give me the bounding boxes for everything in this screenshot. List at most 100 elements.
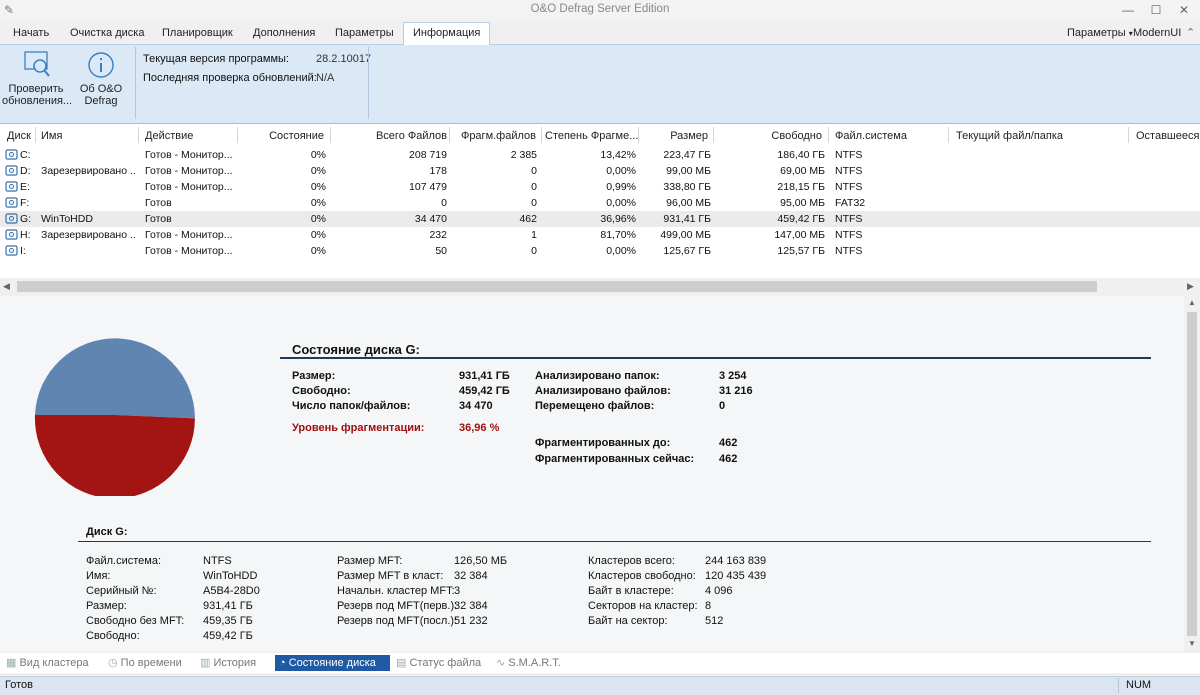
filesystem-cell: NTFS xyxy=(835,213,863,225)
size-value: 931,41 ГБ xyxy=(459,370,510,382)
fragmented-now-value: 462 xyxy=(719,453,738,465)
frag-level-label: Уровень фрагментации: xyxy=(292,422,425,434)
detail-label: Свободно: xyxy=(86,630,140,642)
tab-cluster-view[interactable]: ▦ Вид кластера xyxy=(6,655,89,671)
detail-label: Серийный №: xyxy=(86,585,157,597)
col-free[interactable]: Свободно xyxy=(718,130,822,142)
drive-cell: I: xyxy=(20,245,26,257)
main-tab-bar: Начать Очистка диска Планировщик Дополне… xyxy=(0,20,1200,45)
table-row[interactable]: D: Зарезервировано ... Готов - Монитор... 0… xyxy=(0,163,1200,179)
tab-smart-label: S.M.A.R.T. xyxy=(508,657,561,669)
col-size[interactable]: Размер xyxy=(640,130,708,142)
scroll-left-icon[interactable]: ◀ xyxy=(3,281,10,292)
detail-value: 931,41 ГБ xyxy=(203,600,253,612)
action-cell: Готов xyxy=(145,197,172,209)
free-cell: 125,57 ГБ xyxy=(777,245,825,257)
check-updates-button[interactable]: Проверить обновления... xyxy=(2,47,72,107)
scroll-thumb[interactable] xyxy=(17,281,1097,292)
col-name[interactable]: Имя xyxy=(41,130,62,142)
status-bar: Готов NUM xyxy=(0,676,1200,695)
col-divider xyxy=(330,127,331,143)
tab-start[interactable]: Начать xyxy=(13,24,49,42)
size-cell: 338,80 ГБ xyxy=(663,181,711,193)
free-cell: 218,15 ГБ xyxy=(777,181,825,193)
detail-label: Кластеров свободно: xyxy=(588,570,696,582)
minimize-icon[interactable]: — xyxy=(1114,0,1142,20)
status-text: Готов xyxy=(5,679,33,691)
tab-file-status[interactable]: ▤ Статус файла xyxy=(396,655,481,671)
horizontal-scrollbar[interactable]: ◀ ▶ xyxy=(0,278,1200,295)
col-remaining[interactable]: Оставшееся в xyxy=(1136,130,1200,142)
ribbon: Проверить обновления... Об O&O Defrag Те… xyxy=(0,45,1200,124)
vertical-scrollbar[interactable]: ▲ ▼ xyxy=(1184,296,1200,652)
state-cell: 0% xyxy=(310,165,326,177)
tab-addons[interactable]: Дополнения xyxy=(253,24,315,42)
table-row[interactable]: G: WinToHDD Готов 0% 34 470 462 36,96% 931,41 Г… xyxy=(0,211,1200,227)
col-frag-degree[interactable]: Степень Фрагме... xyxy=(545,130,638,142)
frag-files-cell: 462 xyxy=(519,213,537,225)
detail-value: NTFS xyxy=(203,555,232,567)
close-icon[interactable]: ✕ xyxy=(1170,0,1198,20)
table-row[interactable]: F: Готов 0% 0 0 0,00% 96,00 МБ 95,00 МБ FAT32 xyxy=(0,195,1200,211)
bars-icon: ▥ xyxy=(200,657,211,669)
size-cell: 931,41 ГБ xyxy=(663,213,711,225)
tab-smart[interactable]: ∿ S.M.A.R.T. xyxy=(496,655,561,671)
tab-disk-state[interactable]: ◔ Состояние диска xyxy=(275,655,390,671)
frag-files-cell: 1 xyxy=(531,229,537,241)
vscroll-thumb[interactable] xyxy=(1187,312,1197,636)
disk-icon xyxy=(5,244,18,257)
scroll-down-icon[interactable]: ▼ xyxy=(1188,639,1196,648)
tab-disk-cleanup[interactable]: Очистка диска xyxy=(70,24,144,42)
total-files-cell: 208 719 xyxy=(409,149,447,161)
settings-menu[interactable]: Параметры ▾ xyxy=(1067,24,1133,42)
tab-history[interactable]: ▥ История xyxy=(200,655,256,671)
disk-icon xyxy=(5,180,18,193)
help-chevron-icon[interactable]: ⌃ xyxy=(1186,24,1195,42)
size-cell: 499,00 МБ xyxy=(660,229,711,241)
frag-degree-cell: 0,00% xyxy=(606,245,636,257)
col-frag-files[interactable]: Фрагм.файлов xyxy=(452,130,536,142)
version-label: Текущая версия программы: xyxy=(143,53,289,65)
table-row[interactable]: I: Готов - Монитор... 0% 50 0 0,00% 125,67 ГБ 1… xyxy=(0,243,1200,259)
detail-value: 32 384 xyxy=(454,600,488,612)
tab-scheduler[interactable]: Планировщик xyxy=(162,24,233,42)
tab-information[interactable]: Информация xyxy=(403,22,491,45)
table-row[interactable]: H: Зарезервировано ... Готов - Монитор... 0… xyxy=(0,227,1200,243)
moved-files-label: Перемещено файлов: xyxy=(535,400,655,412)
detail-value: 51 232 xyxy=(454,615,488,627)
maximize-icon[interactable]: ☐ xyxy=(1142,0,1170,20)
detail-label: Байт на сектор: xyxy=(588,615,668,627)
fragmented-before-label: Фрагментированных до: xyxy=(535,437,671,449)
detail-label: Начальн. кластер MFT: xyxy=(337,585,455,597)
drive-cell: E: xyxy=(20,181,30,193)
scroll-right-icon[interactable]: ▶ xyxy=(1187,281,1194,292)
filesystem-cell: NTFS xyxy=(835,165,863,177)
drive-cell: D: xyxy=(20,165,31,177)
tab-settings[interactable]: Параметры xyxy=(335,24,394,42)
table-row[interactable]: E: Готов - Монитор... 0% 107 479 0 0,99% 338,8… xyxy=(0,179,1200,195)
free-cell: 459,42 ГБ xyxy=(777,213,825,225)
scroll-up-icon[interactable]: ▲ xyxy=(1188,298,1196,307)
state-cell: 0% xyxy=(310,229,326,241)
size-cell: 125,67 ГБ xyxy=(663,245,711,257)
col-state[interactable]: Состояние xyxy=(240,130,324,142)
col-current-file[interactable]: Текущий файл/папка xyxy=(956,130,1063,142)
theme-menu[interactable]: ModernUI xyxy=(1133,24,1181,42)
state-cell: 0% xyxy=(310,197,326,209)
bottom-tab-bar: ▦ Вид кластера ◷ По времени ▥ История ◔ … xyxy=(0,653,1200,673)
col-drive[interactable]: Диск xyxy=(7,130,31,142)
size-cell: 99,00 МБ xyxy=(666,165,711,177)
detail-value: 32 384 xyxy=(454,570,488,582)
col-total-files[interactable]: Всего Файлов xyxy=(335,130,447,142)
detail-label: Файл.система: xyxy=(86,555,162,567)
frag-files-cell: 2 385 xyxy=(510,149,537,161)
col-filesystem[interactable]: Файл.система xyxy=(835,130,907,142)
detail-value: 8 xyxy=(705,600,712,612)
table-row[interactable]: C: Готов - Монитор... 0% 208 719 2 385 13,42%… xyxy=(0,147,1200,163)
detail-label: Резерв под MFT(перв.): xyxy=(337,600,458,612)
col-action[interactable]: Действие xyxy=(145,130,193,142)
table-header: Диск Имя Действие Состояние Всего Файлов… xyxy=(0,124,1200,146)
window-title: O&O Defrag Server Edition xyxy=(530,3,670,15)
tab-by-time[interactable]: ◷ По времени xyxy=(108,655,182,671)
about-button[interactable]: Об O&O Defrag xyxy=(74,47,128,107)
